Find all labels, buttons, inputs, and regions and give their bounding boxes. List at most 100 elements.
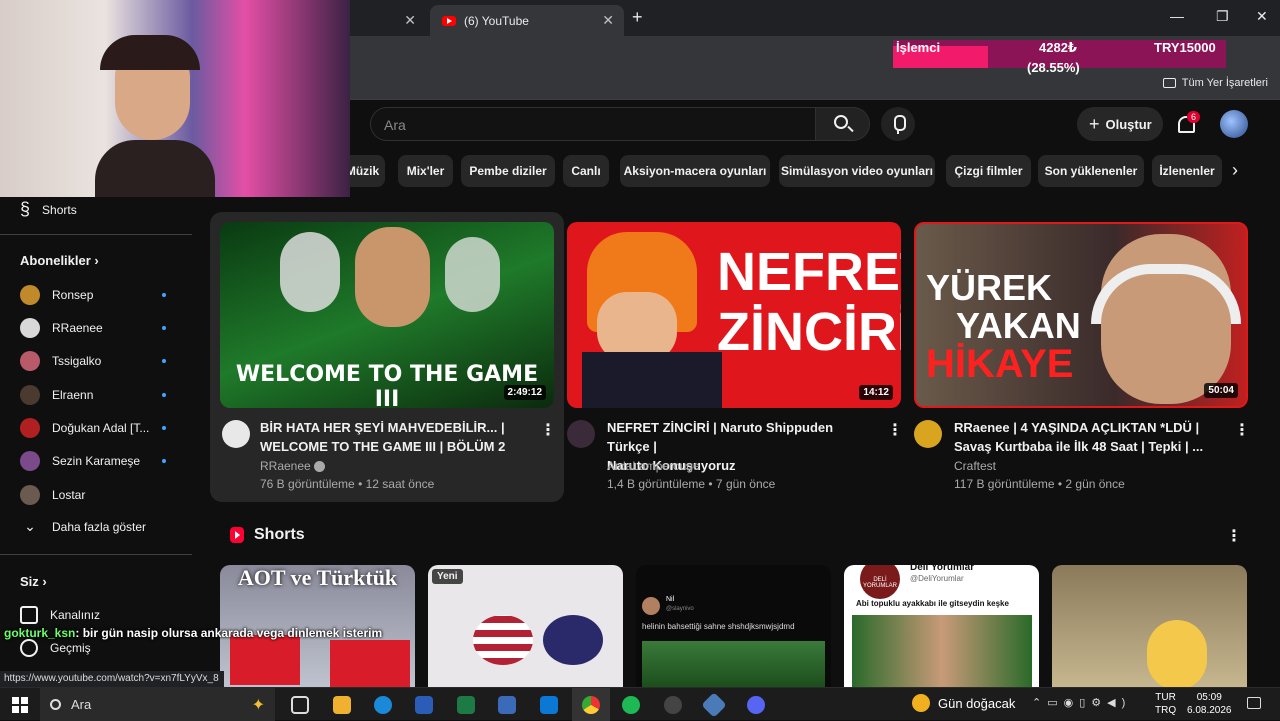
search-input[interactable]: Ara xyxy=(370,107,816,141)
windows-start-icon[interactable] xyxy=(12,697,28,713)
discord-icon[interactable] xyxy=(747,696,765,714)
sidebar-item-subscription[interactable]: Doğukan Adal [T... xyxy=(20,418,180,438)
more-options-icon[interactable]: ⋮ xyxy=(1226,526,1242,546)
chevron-right-icon[interactable]: › xyxy=(1232,160,1238,181)
chip-live[interactable]: Canlı xyxy=(563,155,609,187)
video-card[interactable]: YÜREK YAKAN HİKAYE 50:04 RRaenee | 4 YAŞIN… xyxy=(904,212,1250,502)
channel-name[interactable]: ArdaLamperouge xyxy=(607,459,700,473)
video-title-line: NEFRET ZİNCİRİ | Naruto Shippuden Türkçe… xyxy=(607,420,834,454)
language-indicator[interactable]: TUR TRQ xyxy=(1155,691,1176,717)
file-explorer-icon[interactable] xyxy=(333,696,351,714)
chip-soap-operas[interactable]: Pembe diziler xyxy=(461,155,555,187)
word-icon[interactable] xyxy=(415,696,433,714)
taskbar-search[interactable]: Ara ✦ xyxy=(40,688,275,721)
app-icon[interactable] xyxy=(701,692,727,718)
webcam-overlay xyxy=(0,0,350,197)
channel-name[interactable]: RRaenee xyxy=(260,459,326,473)
sidebar-item-your-channel[interactable]: Kanalınız xyxy=(20,606,180,624)
sidebar-item-subscription[interactable]: RRaenee xyxy=(20,318,180,338)
video-card[interactable]: NEFRETZİNCİRİ 14:12 NEFRET ZİNCİRİ | Nar… xyxy=(557,212,903,502)
restore-icon[interactable]: ❐ xyxy=(1216,8,1229,25)
all-bookmarks[interactable]: Tüm Yer İşaretleri xyxy=(1162,77,1268,89)
stream-goal-overlay: İşlemci 4282₺ (28.55%) TRY15000 xyxy=(893,40,1226,75)
store-icon[interactable] xyxy=(540,696,558,714)
close-tab-icon[interactable]: ✕ xyxy=(602,12,614,29)
short-card[interactable]: Yeni xyxy=(428,565,623,690)
sidebar-item-subscription[interactable]: Lostar xyxy=(20,485,180,505)
close-window-icon[interactable]: ✕ xyxy=(1256,8,1268,25)
new-content-dot xyxy=(162,459,166,463)
flag-image xyxy=(330,640,410,690)
channel-name: RRaenee xyxy=(52,321,103,335)
channel-avatar xyxy=(20,451,40,471)
voice-search-icon[interactable] xyxy=(881,107,915,141)
sidebar-item-shorts[interactable]: § Shorts xyxy=(20,199,180,220)
channel-avatar xyxy=(20,385,40,405)
channel-name-text: RRaenee xyxy=(260,459,311,473)
more-options-icon[interactable]: ⋮ xyxy=(887,420,903,440)
character-cloak xyxy=(582,352,722,408)
sidebar-item-label: Shorts xyxy=(42,202,77,217)
chip-mixes[interactable]: Mix'ler xyxy=(398,155,453,187)
short-card[interactable]: Nil @slaynivo helinin bahsettiği sahne s… xyxy=(636,565,831,690)
excel-icon[interactable] xyxy=(457,696,475,714)
channel-name: Elraenn xyxy=(52,388,94,402)
new-tab-icon[interactable]: + xyxy=(632,7,643,28)
chip-cartoons[interactable]: Çizgi filmler xyxy=(946,155,1031,187)
show-more-button[interactable]: ⌄ Daha fazla göster xyxy=(20,518,180,535)
video-thumbnail[interactable]: NEFRETZİNCİRİ 14:12 xyxy=(567,222,901,408)
create-button[interactable]: + Oluştur xyxy=(1077,107,1163,141)
short-title-text: AOT ve Türktük xyxy=(237,565,398,590)
chip-watched[interactable]: İzlenenler xyxy=(1152,155,1222,187)
history-icon xyxy=(20,639,38,657)
post-username: Nil xyxy=(666,596,675,603)
chip-recently-uploaded[interactable]: Son yüklenenler xyxy=(1038,155,1144,187)
calculator-icon[interactable] xyxy=(498,696,516,714)
thumbnail-text-line: NEFRET xyxy=(717,242,901,302)
spotify-icon[interactable] xyxy=(622,696,640,714)
weather-widget[interactable]: Gün doğacak xyxy=(912,694,1015,712)
video-title[interactable]: RRaenee | 4 YAŞINDA AÇLIKTAN *LDÜ | Savaş… xyxy=(954,418,1224,456)
sidebar-item-subscription[interactable]: Sezin Karameşe xyxy=(20,451,180,471)
notifications-icon[interactable] xyxy=(1247,697,1261,709)
clock[interactable]: 05:09 6.08.2026 xyxy=(1187,691,1232,717)
video-card[interactable]: WELCOME TO THE GAME III 2:49:12 BİR HATA… xyxy=(210,212,564,502)
plus-icon: + xyxy=(1089,113,1100,134)
chrome-icon xyxy=(582,696,600,714)
short-card[interactable] xyxy=(1052,565,1247,690)
obs-icon[interactable] xyxy=(664,696,682,714)
task-view-icon[interactable] xyxy=(291,696,309,714)
account-avatar[interactable] xyxy=(1220,110,1248,138)
sidebar-item-subscription[interactable]: Tssigalko xyxy=(20,351,180,371)
short-card[interactable]: DELİ YORUMLAR Deli Yorumlar @DeliYorumla… xyxy=(844,565,1039,690)
video-thumbnail[interactable]: WELCOME TO THE GAME III 2:49:12 xyxy=(220,222,554,408)
more-options-icon[interactable]: ⋮ xyxy=(540,420,556,440)
system-tray-icons[interactable]: ⌃▭◉▯⚙◀) xyxy=(1032,696,1131,709)
you-heading[interactable]: Siz › xyxy=(20,574,47,589)
edge-icon[interactable] xyxy=(374,696,392,714)
sidebar-item-subscription[interactable]: Ronsep xyxy=(20,285,180,305)
tab-youtube[interactable]: (6) YouTube ✕ xyxy=(430,5,624,36)
subscriptions-heading[interactable]: Abonelikler › xyxy=(20,253,99,268)
sidebar-item-history[interactable]: Geçmiş xyxy=(20,639,180,657)
chip-action-adventure[interactable]: Aksiyon-macera oyunları xyxy=(620,155,770,187)
shorts-logo-icon xyxy=(230,527,244,543)
channel-avatar[interactable] xyxy=(222,420,250,448)
video-title[interactable]: BİR HATA HER ŞEYİ MAHVEDEBİLİR... | WELCO… xyxy=(260,418,530,456)
chip-simulation-games[interactable]: Simülasyon video oyunları xyxy=(779,155,935,187)
channel-name[interactable]: Craftest xyxy=(954,459,996,473)
channel-avatar[interactable] xyxy=(914,420,942,448)
search-button[interactable] xyxy=(815,107,870,141)
tab-previous[interactable]: ✕ xyxy=(350,5,426,36)
minimize-icon[interactable]: — xyxy=(1170,8,1184,24)
video-thumbnail[interactable]: YÜREK YAKAN HİKAYE 50:04 xyxy=(914,222,1248,408)
bikini-image xyxy=(473,615,533,665)
notifications-bell-icon[interactable]: 6 xyxy=(1174,110,1201,138)
close-tab-icon[interactable]: ✕ xyxy=(404,12,416,29)
channel-avatar[interactable] xyxy=(567,420,595,448)
chrome-taskbar-button[interactable] xyxy=(572,688,610,721)
channel-logo: DELİ YORUMLAR xyxy=(860,565,900,599)
sidebar-item-subscription[interactable]: Elraenn xyxy=(20,385,180,405)
more-options-icon[interactable]: ⋮ xyxy=(1234,420,1250,440)
taskbar-search-label: Ara xyxy=(71,697,92,712)
